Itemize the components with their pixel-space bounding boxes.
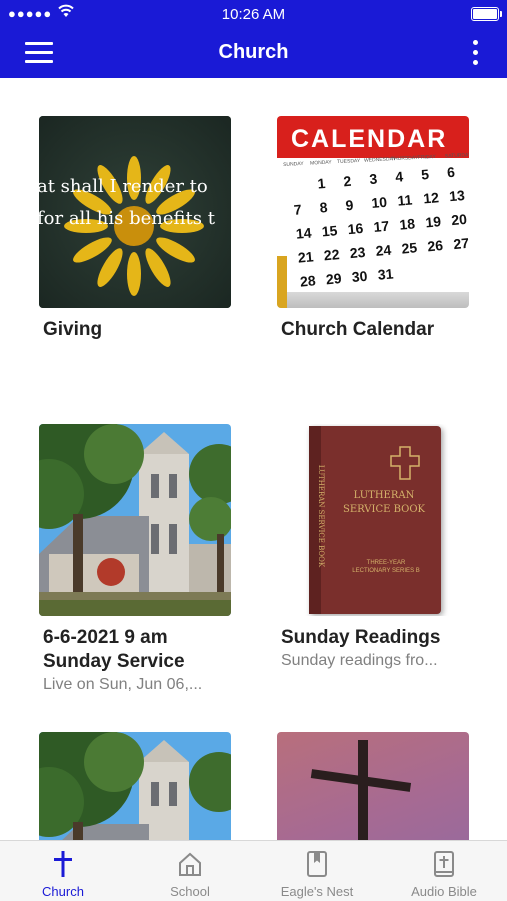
card-title: Giving — [43, 319, 103, 340]
bible-icon — [434, 851, 454, 877]
calendar-header: CALENDAR — [291, 125, 448, 153]
tab-school[interactable]: School — [127, 841, 253, 901]
tab-bar: Church School Eagle's Nest Audio Bible — [0, 840, 507, 901]
card-church-calendar[interactable]: CALENDAR SUNDAY MONDAY TUESDAY WEDNESDAY THU… — [277, 116, 469, 376]
status-bar: ●●●●● 10:26 AM — [0, 0, 507, 28]
calendar-date: 16 — [346, 219, 364, 238]
content-grid: at shall I render to for all his benefit… — [0, 78, 507, 840]
calendar-date: 11 — [396, 191, 413, 209]
service-book-image: LUTHERAN SERVICE BOOK LUTHERAN SERVICE B… — [277, 424, 469, 616]
more-options-icon[interactable] — [473, 40, 479, 66]
calendar-date: 21 — [297, 248, 315, 266]
tab-church[interactable]: Church — [0, 841, 126, 901]
cross-sky-image — [277, 732, 469, 840]
calendar-date: 14 — [295, 224, 313, 242]
card-sunday-service[interactable]: 6-6-2021 9 am Sunday Service Live on Sun… — [39, 424, 231, 714]
calendar-date: 7 — [293, 201, 303, 218]
calendar-day-name: SATURDAY — [444, 152, 469, 160]
tab-label: School — [170, 884, 210, 899]
home-icon — [179, 852, 201, 876]
tab-label: Audio Bible — [411, 884, 477, 899]
calendar-day-name: SUNDAY — [283, 160, 304, 168]
book-footer: THREE-YEAR LECTIONARY SERIES B — [352, 560, 420, 574]
book-spine-title: LUTHERAN SERVICE BOOK — [317, 464, 325, 568]
calendar-date: 2 — [342, 172, 352, 190]
calendar-date: 5 — [420, 165, 430, 183]
calendar-date: 17 — [372, 217, 390, 235]
calendar-date: 10 — [370, 193, 388, 212]
card-sunday-readings[interactable]: LUTHERAN SERVICE BOOK LUTHERAN SERVICE B… — [277, 424, 469, 684]
cross-icon — [54, 851, 72, 877]
tab-audio-bible[interactable]: Audio Bible — [381, 841, 507, 901]
calendar-date: 12 — [422, 189, 440, 207]
calendar-date: 18 — [398, 215, 416, 233]
calendar-date: 28 — [299, 272, 317, 290]
clock: 10:26 AM — [221, 6, 286, 23]
church-building-image — [39, 732, 231, 840]
calendar-date: 23 — [349, 243, 366, 262]
card-title-line-2: Sunday Service — [43, 651, 185, 672]
card-title-line-1: 6-6-2021 9 am — [43, 627, 168, 648]
calendar-day-name: MONDAY — [309, 159, 332, 167]
card-title: Church Calendar — [281, 319, 435, 340]
calendar-date: 30 — [351, 267, 369, 286]
calendar-day-name: TUESDAY — [336, 157, 361, 166]
calendar-date: 31 — [377, 265, 394, 283]
calendar-date: 19 — [424, 213, 442, 231]
calendar-date: 4 — [394, 168, 404, 185]
cross-emblem-icon — [390, 446, 420, 480]
tab-label: Eagle's Nest — [280, 884, 354, 899]
calendar-date: 13 — [448, 186, 466, 205]
giving-image-text-line-2: for all his benefits t — [39, 208, 215, 229]
book-title-line-1: LUTHERAN — [353, 490, 415, 501]
battery-icon — [471, 7, 502, 21]
calendar-date: 15 — [321, 222, 338, 240]
giving-image: at shall I render to for all his benefit… — [39, 116, 231, 308]
card-subtitle: Sunday readings fro... — [281, 652, 438, 669]
calendar-date: 20 — [450, 210, 468, 229]
calendar-date: 22 — [323, 246, 341, 264]
calendar-grid: 1 2 3 4 5 6 7 8 9 10 11 12 13 14 15 16 17 18 19 20 21 22 23 24 2… — [291, 161, 469, 307]
card-church-image[interactable] — [39, 732, 231, 840]
calendar-date: 25 — [400, 239, 418, 257]
calendar-date: 8 — [318, 198, 329, 216]
calendar-date: 29 — [325, 270, 343, 288]
church-building-image — [39, 424, 231, 616]
calendar-date: 27 — [452, 234, 469, 253]
bookmark-icon — [307, 851, 327, 877]
book-title-line-2: SERVICE BOOK — [342, 504, 426, 515]
calendar-date: 1 — [316, 175, 327, 192]
navigation-bar: Church — [0, 28, 507, 78]
card-title: Sunday Readings — [281, 627, 441, 648]
calendar-day-name: FRIDAY — [417, 153, 437, 161]
page-title: Church — [218, 41, 289, 63]
calendar-date: 26 — [426, 237, 444, 255]
calendar-date: 3 — [368, 170, 378, 188]
card-subtitle: Live on Sun, Jun 06,... — [43, 676, 203, 693]
calendar-day-name: THURSDAY — [390, 154, 419, 163]
giving-image-text-line-1: at shall I render to — [39, 176, 208, 197]
tab-label: Church — [42, 884, 84, 899]
card-giving[interactable]: at shall I render to for all his benefit… — [39, 116, 231, 376]
card-cross-image[interactable] — [277, 732, 469, 840]
calendar-date: 9 — [344, 196, 355, 214]
calendar-date: 6 — [446, 163, 456, 181]
calendar-image: CALENDAR SUNDAY MONDAY TUESDAY WEDNESDAY THU… — [277, 116, 469, 308]
tab-eagles-nest[interactable]: Eagle's Nest — [254, 841, 380, 901]
calendar-date: 24 — [374, 241, 392, 259]
